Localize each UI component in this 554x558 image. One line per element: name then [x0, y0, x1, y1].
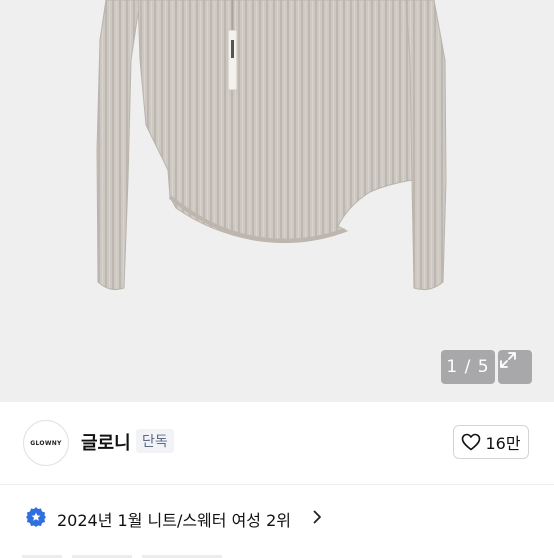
ranking-row[interactable]: 2024년 1월 니트/스웨터 여성 2위 — [0, 497, 554, 539]
exclusive-badge: 단독 — [136, 429, 174, 453]
seller-row: GLOWNY 글로니 단독 16만 — [0, 402, 554, 485]
product-image — [96, 0, 447, 290]
brand-name[interactable]: 글로니 — [81, 429, 131, 455]
like-count: 16만 — [485, 434, 521, 453]
brand-logo[interactable]: GLOWNY — [23, 420, 69, 466]
ranking-text: 2024년 1월 니트/스웨터 여성 2위 — [57, 511, 292, 530]
chevron-right-icon — [313, 510, 321, 524]
product-image-gallery[interactable]: 1 / 5 — [0, 0, 554, 402]
star-badge-icon — [26, 507, 46, 527]
expand-arrows-icon — [500, 352, 516, 368]
expand-button[interactable] — [498, 350, 532, 384]
heart-outline-icon — [462, 433, 481, 451]
like-button[interactable]: 16만 — [453, 425, 529, 459]
image-counter: 1 / 5 — [441, 350, 495, 384]
next-row-partial — [22, 548, 232, 558]
